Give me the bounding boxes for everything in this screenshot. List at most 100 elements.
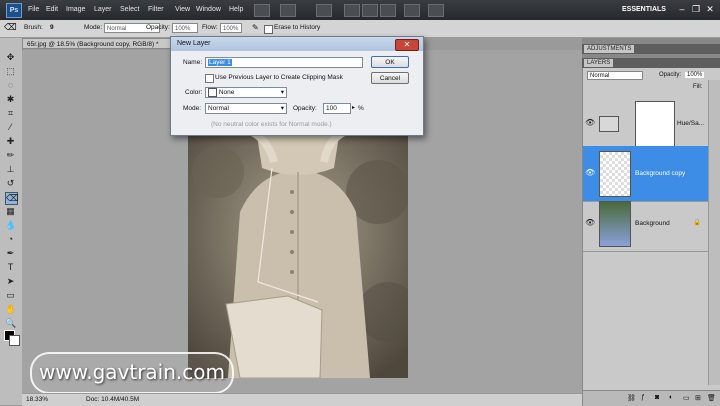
doc-size-info: Doc: 10.4M/40.5M [86,396,140,403]
clipping-mask-checkbox[interactable] [205,74,214,83]
opacity-field[interactable]: 100 [323,103,351,114]
eye-icon[interactable]: 👁 [585,218,595,228]
eyedropper-tool-icon[interactable]: ⁄ [5,122,16,133]
brush-tool-icon[interactable]: ✏ [5,150,16,161]
adjustment-layer-icon[interactable]: ◐ [669,394,673,401]
eye-icon[interactable]: 👁 [585,118,595,128]
fx-icon[interactable]: ƒ [641,394,645,401]
restore-icon[interactable]: ❐ [690,3,702,15]
color-select[interactable]: None ▾ [205,87,287,98]
layer-name[interactable]: Background [635,220,670,227]
zoom-readout[interactable]: 18.33% [26,394,48,406]
add-mask-icon[interactable]: ◙ [655,394,659,401]
menu-filter[interactable]: Filter [148,6,164,13]
menu-layer[interactable]: Layer [94,6,112,13]
screen-mode-icon[interactable] [280,4,296,17]
eraser-tool-icon[interactable]: ⌫ [5,192,19,205]
layer-row-background-copy[interactable]: 👁 Background copy [583,146,708,202]
link-layers-icon[interactable]: ⛓ [627,394,636,402]
layer-name-input[interactable]: Layer 1 [205,57,363,68]
minimize-icon[interactable]: – [676,3,688,15]
layer-row-background[interactable]: 👁 Background 🔒 [583,196,708,252]
watermark: www.gavtrain.com [30,352,234,394]
marquee-tool-icon[interactable]: ⬚ [5,66,16,77]
dodge-tool-icon[interactable]: ◔ [5,234,16,245]
layer-opacity-value[interactable]: 100% [685,72,705,78]
dialog-title: New Layer [171,37,423,51]
blur-tool-icon[interactable]: 💧 [5,220,16,231]
shape-tool-icon[interactable]: ▭ [5,290,16,301]
bridge-icon[interactable] [254,4,270,17]
layer-row-hue[interactable]: 👁 Hue/Sa... [583,96,708,152]
opacity-stepper-icon[interactable]: ▸ [352,104,355,111]
layer-name[interactable]: Background copy [635,170,685,177]
layers-scrollbar[interactable] [708,80,720,385]
workspace-switcher[interactable]: ESSENTIALS [622,6,666,13]
erase-history-checkbox[interactable] [264,25,273,34]
mode-select[interactable]: Normal ▾ [205,103,287,114]
opacity-unit: % [358,105,364,112]
cancel-button[interactable]: Cancel [371,72,409,84]
gradient-tool-icon[interactable]: ▦ [5,206,16,217]
neutral-color-note: (No neutral color exists for Normal mode… [211,121,332,128]
rotate-view-icon[interactable] [380,4,396,17]
photo-canvas[interactable] [188,132,408,378]
background-color-swatch[interactable] [9,335,20,346]
erase-history-label: Erase to History [274,24,321,31]
flow-field[interactable]: 100% [220,23,242,33]
status-bar: 18.33% Doc: 10.4M/40.5M [22,393,582,406]
opacity-label: Opacity: [293,105,317,112]
quick-select-tool-icon[interactable]: ✱ [5,94,16,105]
layer-opacity-label: Opacity: [659,72,682,78]
menu-image[interactable]: Image [66,6,85,13]
lasso-tool-icon[interactable]: ◌ [5,80,16,91]
pen-tool-icon[interactable]: ✒ [5,248,16,259]
close-window-icon[interactable]: ✕ [704,3,716,15]
dialog-close-button[interactable]: ✕ [395,39,419,51]
healing-tool-icon[interactable]: ✚ [5,136,16,147]
name-label: Name: [183,59,203,66]
screen-mode-toggle-icon[interactable] [428,4,444,17]
arrange-documents-icon[interactable] [404,4,420,17]
eraser-tool-icon: ⌫ [4,22,17,32]
new-group-icon[interactable]: ▭ [683,394,690,402]
clone-stamp-tool-icon[interactable]: ⊥ [5,164,16,175]
brush-size[interactable]: 9 [50,24,54,31]
layer-thumbnail [599,151,631,197]
blend-mode-select[interactable]: Normal [587,71,643,80]
menu-help[interactable]: Help [229,6,243,13]
layers-panel: Normal Opacity: 100% Fill: 👁 Hue/Sa... 👁… [583,68,720,405]
zoom-tool-icon[interactable] [362,4,378,17]
zoom-level-icon[interactable] [316,4,332,17]
mode-label: Mode: [84,24,103,31]
tab-adjustments[interactable]: ADJUSTMENTS [584,45,635,53]
menu-select[interactable]: Select [120,6,139,13]
menu-view[interactable]: View [175,6,190,13]
hand-tool-icon[interactable]: ✋ [5,304,16,315]
layer-name[interactable]: Hue/Sa... [677,120,704,127]
chevron-down-icon: ▾ [280,105,284,112]
menu-window[interactable]: Window [196,6,221,13]
lock-icon: 🔒 [693,219,702,226]
opacity-field[interactable]: 100% [172,23,198,33]
document-tab[interactable]: 65r.jpg @ 18.5% (Background copy, RGB/8)… [22,38,182,49]
type-tool-icon[interactable]: T [5,262,16,273]
move-tool-icon[interactable]: ✥ [5,52,16,63]
menu-file[interactable]: File [28,6,39,13]
new-layer-dialog: New Layer ✕ Name: Layer 1 OK Use Previou… [170,36,424,136]
crop-tool-icon[interactable]: ⌗ [5,108,16,119]
opacity-label: Opacity: [146,24,170,31]
trash-icon[interactable]: 🗑 [707,394,716,402]
ok-button[interactable]: OK [371,56,409,68]
eye-icon[interactable]: 👁 [585,168,595,178]
tab-layers[interactable]: LAYERS [584,59,614,67]
color-label: Color: [185,89,203,96]
hand-tool-icon[interactable] [344,4,360,17]
zoom-tool-icon[interactable]: 🔍 [5,318,16,329]
menu-edit[interactable]: Edit [46,6,58,13]
menu-bar: Ps File Edit Image Layer Select Filter V… [0,0,720,20]
path-select-tool-icon[interactable]: ➤ [5,276,16,287]
airbrush-icon[interactable]: ✎ [252,23,259,32]
history-brush-tool-icon[interactable]: ↺ [5,178,16,189]
new-layer-icon[interactable]: ⊞ [695,394,701,402]
